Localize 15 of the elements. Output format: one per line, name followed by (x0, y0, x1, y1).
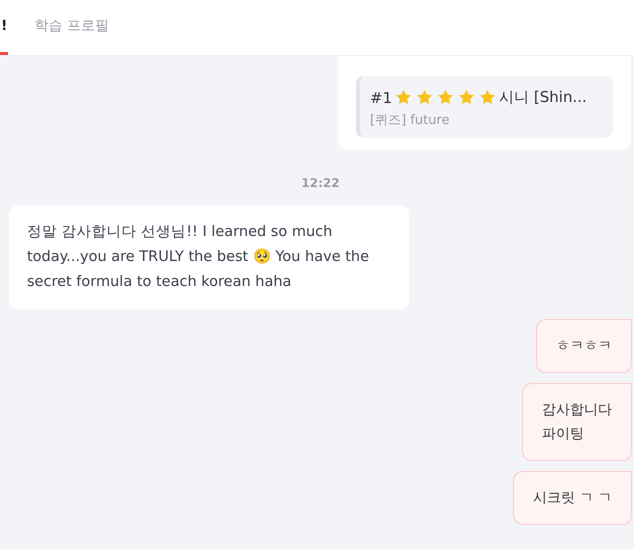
star-icon (437, 89, 454, 106)
star-icon (479, 89, 496, 106)
quiz-number: #1 (370, 88, 392, 106)
message-bubble: ㅎㅋㅎㅋ (536, 319, 632, 373)
message-bubble: 정말 감사합니다 선생님!! I learned so much today...you are TRULY the best 🥺 You have the secret formula to teach korean haha (9, 206, 409, 309)
quiz-title: 시니 [Shin... (499, 88, 587, 107)
message-bubble: 감사합니다 파이팅 (522, 383, 632, 461)
star-icon (416, 89, 434, 106)
quiz-link[interactable]: #1 시니 [Shin... [퀴즈] future (356, 76, 613, 138)
quiz-subtitle: [퀴즈] future (370, 112, 450, 129)
timestamp: 12:22 (301, 176, 340, 190)
tab[interactable]: ! (0, 0, 8, 55)
message-bubble: 시크릿 ㄱ ㄱ (513, 471, 632, 525)
star-icon (395, 89, 412, 106)
star-icon (458, 89, 476, 106)
